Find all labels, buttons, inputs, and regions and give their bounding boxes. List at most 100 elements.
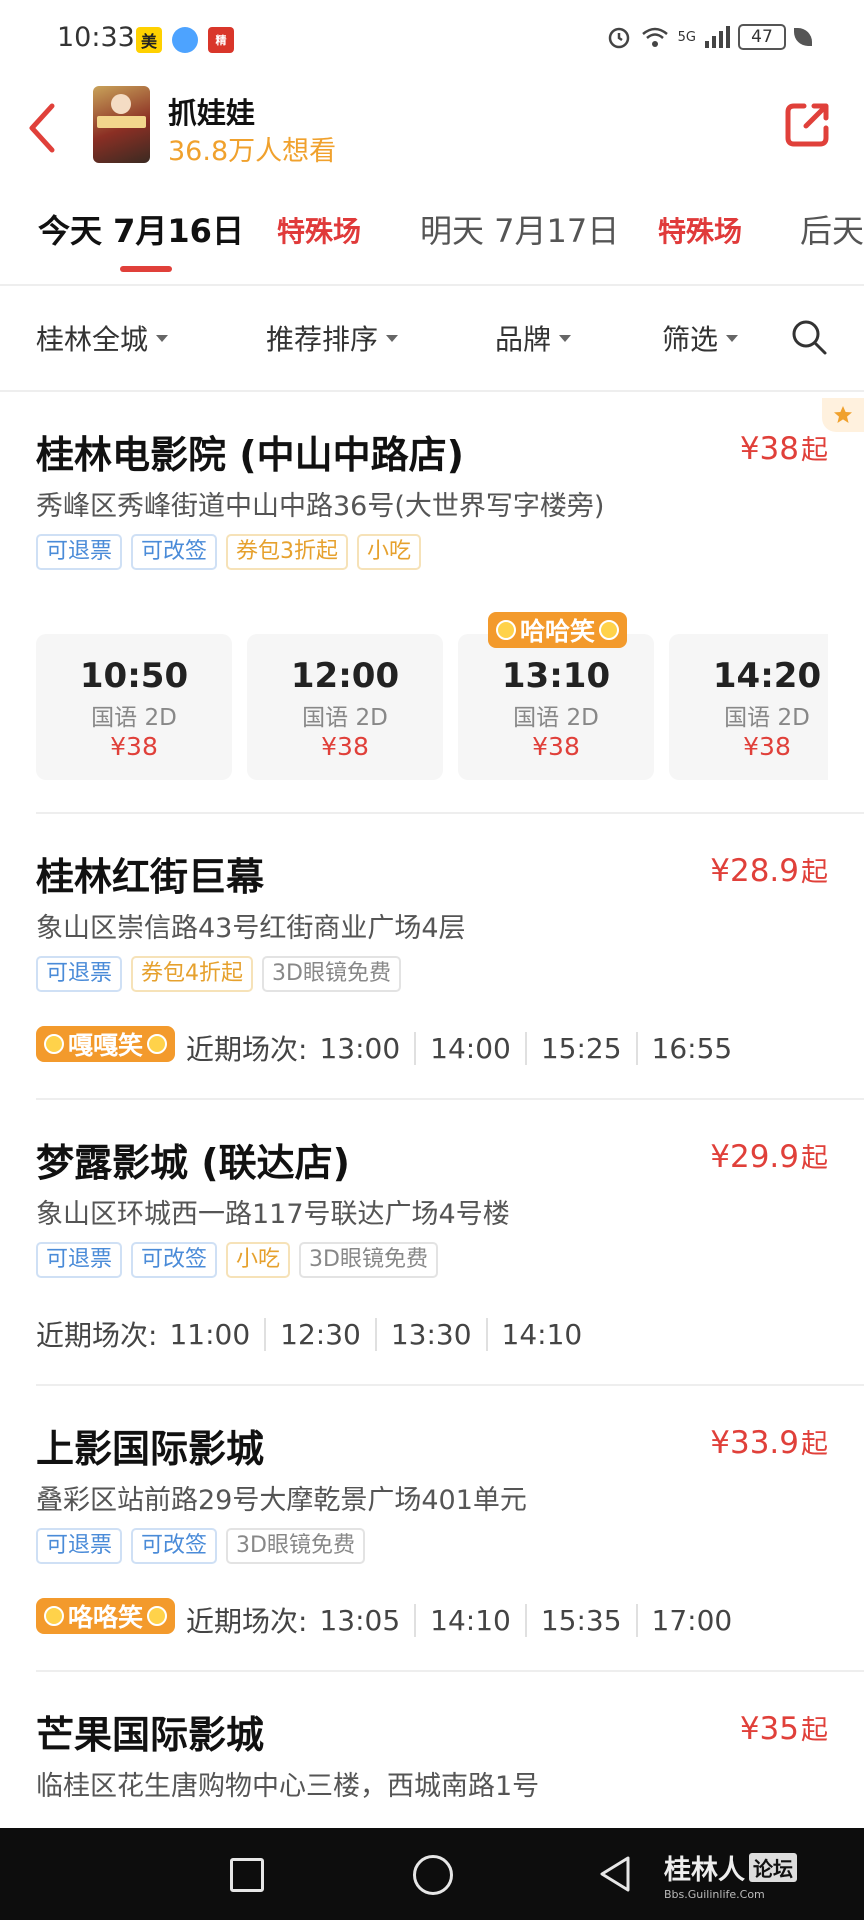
signal-label: 5G (677, 29, 696, 45)
price-value: ¥33.9 (710, 1425, 799, 1461)
emoji-icon (599, 620, 620, 640)
active-tab-indicator (120, 266, 172, 272)
cinema-card[interactable]: 桂林电影院 (中山中路店) ¥38 起 秀峰区秀峰街道中山中路36号(大世界写字楼… (0, 398, 864, 804)
laugh-badge-label: 嘎嘎笑 (68, 1031, 144, 1060)
wifi-icon (641, 27, 668, 47)
recent-label: 近期场次: (186, 1033, 308, 1066)
caret-down-icon (726, 334, 739, 342)
want-to-see-count: 36.8万人想看 (168, 136, 337, 167)
emoji-icon (44, 1606, 64, 1626)
cinema-tags: 可退票 可改签 券包3折起 小吃 (36, 534, 422, 570)
cinema-tags: 可退票 可改签 3D眼镜免费 (36, 1528, 365, 1564)
recent-time[interactable]: 16:55 (635, 1031, 747, 1065)
eco-leaf-icon (794, 28, 812, 46)
cinema-price: ¥28.9 起 (710, 850, 828, 889)
status-time: 10:33 (57, 22, 135, 53)
recent-time[interactable]: 13:30 (374, 1317, 486, 1351)
status-indicators: 5G 47 (606, 24, 812, 50)
battery-level: 47 (751, 27, 773, 47)
date-tab-day-after[interactable]: 后天 (800, 206, 864, 252)
date-tabs: 今天 7月16日 特殊场 明天 7月17日 特殊场 后天 (0, 196, 864, 282)
cinema-card[interactable]: 芒果国际影城 ¥35 起 临桂区花生唐购物中心三楼，西城南路1号 (0, 1704, 864, 1824)
divider (0, 390, 864, 392)
cinema-name: 桂林电影院 (中山中路店) (36, 433, 464, 477)
date-tab-tomorrow[interactable]: 明天 7月17日 (420, 206, 619, 252)
showtime-price: ¥38 (110, 732, 158, 761)
showtime-price: ¥38 (532, 732, 580, 761)
showtime-slot[interactable]: 10:50 国语 2D ¥38 (36, 634, 232, 780)
emoji-icon (496, 620, 516, 640)
watermark-box: 论坛 (749, 1853, 797, 1882)
showtime-price: ¥38 (743, 732, 791, 761)
showtime-time: 14:20 (712, 656, 822, 696)
laugh-badge-label: 哈哈笑 (520, 617, 596, 646)
showtime-price: ¥38 (321, 732, 369, 761)
price-value: ¥28.9 (710, 853, 799, 889)
filter-brand-label: 品牌 (495, 323, 552, 356)
recent-time[interactable]: 11:00 (163, 1318, 264, 1351)
laugh-badge: 咯咯笑 (36, 1598, 176, 1634)
search-icon[interactable] (790, 318, 828, 356)
recent-time[interactable]: 13:00 (313, 1032, 414, 1065)
tag-changeable: 可改签 (131, 1242, 218, 1278)
filter-area[interactable]: 桂林全城 (36, 318, 169, 358)
recent-time[interactable]: 12:30 (264, 1317, 375, 1351)
filter-more-label: 筛选 (662, 323, 719, 356)
cinema-card[interactable]: 梦露影城 (联达店) ¥29.9 起 象山区环城西一路117号联达广场4号楼 可退… (0, 1132, 864, 1364)
cinema-address: 秀峰区秀峰街道中山中路36号(大世界写字楼旁) (36, 491, 605, 522)
cinema-list-page: 10:33 美 精 5G 47 抓娃娃 36.8万人想看 今天 7月16日 特殊… (0, 0, 864, 1920)
status-app-icons: 美 精 (136, 27, 234, 53)
cinema-card[interactable]: 桂林红街巨幕 ¥28.9 起 象山区崇信路43号红街商业广场4层 可退票 券包4折… (0, 846, 864, 1078)
share-icon[interactable] (782, 98, 834, 150)
recent-time[interactable]: 14:10 (414, 1603, 525, 1637)
recent-time[interactable]: 15:25 (524, 1031, 636, 1065)
cinema-address: 象山区崇信路43号红街商业广场4层 (36, 913, 466, 944)
caret-down-icon (386, 334, 399, 342)
showtime-language: 国语 2D (302, 705, 388, 731)
showtime-slot[interactable]: 13:10 国语 2D ¥38 (458, 634, 654, 780)
notification-app-icon (172, 27, 198, 53)
tag-snacks: 小吃 (357, 534, 422, 570)
date-tab-today[interactable]: 今天 7月16日 (38, 206, 244, 252)
tag-changeable: 可改签 (131, 534, 218, 570)
recent-time[interactable]: 13:05 (313, 1604, 414, 1637)
laugh-badge: 哈哈笑 (488, 612, 628, 648)
poster-figure (111, 94, 131, 114)
tag-3d-glasses: 3D眼镜免费 (299, 1242, 438, 1278)
movie-poster[interactable] (93, 86, 150, 163)
recent-time[interactable]: 15:35 (524, 1603, 636, 1637)
favorite-star-icon[interactable] (822, 398, 864, 432)
recent-time[interactable]: 14:10 (485, 1317, 597, 1351)
tag-coupon: 券包3折起 (226, 534, 349, 570)
cinema-card[interactable]: 上影国际影城 ¥33.9 起 叠彩区站前路29号大摩乾景广场401单元 可退票 可… (0, 1418, 864, 1650)
system-nav-bar: 桂林人 论坛 Bbs.Guilinlife.Com (0, 1828, 864, 1920)
special-screening-badge: 特殊场 (277, 215, 362, 248)
back-arrow-icon[interactable] (22, 98, 62, 158)
filter-sort[interactable]: 推荐排序 (266, 318, 399, 358)
tag-coupon: 券包4折起 (131, 956, 254, 992)
back-button[interactable] (596, 1854, 636, 1894)
showtime-time: 10:50 (79, 656, 189, 696)
recent-time[interactable]: 17:00 (635, 1603, 747, 1637)
showtime-language: 国语 2D (513, 705, 599, 731)
cinema-name: 芒果国际影城 (36, 1713, 265, 1757)
cinema-name: 上影国际影城 (36, 1427, 265, 1471)
tag-changeable: 可改签 (131, 1528, 218, 1564)
price-suffix: 起 (801, 857, 828, 888)
recent-label: 近期场次: (186, 1605, 308, 1638)
recent-label: 近期场次: (36, 1319, 158, 1352)
showtime-slot[interactable]: 14:20 国语 2D ¥38 (669, 634, 828, 780)
recent-time[interactable]: 14:00 (414, 1031, 525, 1065)
divider (36, 1670, 864, 1672)
cinema-price: ¥38 起 (740, 428, 828, 467)
movie-title: 抓娃娃 (168, 96, 256, 130)
filter-brand[interactable]: 品牌 (495, 318, 572, 358)
home-button[interactable] (413, 1855, 453, 1895)
cinema-price: ¥35 起 (740, 1708, 828, 1747)
showtime-slot[interactable]: 12:00 国语 2D ¥38 (247, 634, 443, 780)
price-value: ¥35 (739, 1711, 799, 1747)
status-bar: 10:33 美 精 5G 47 (0, 0, 864, 76)
recent-apps-button[interactable] (230, 1858, 264, 1892)
cinema-tags: 可退票 券包4折起 3D眼镜免费 (36, 956, 401, 992)
filter-more[interactable]: 筛选 (662, 318, 739, 358)
